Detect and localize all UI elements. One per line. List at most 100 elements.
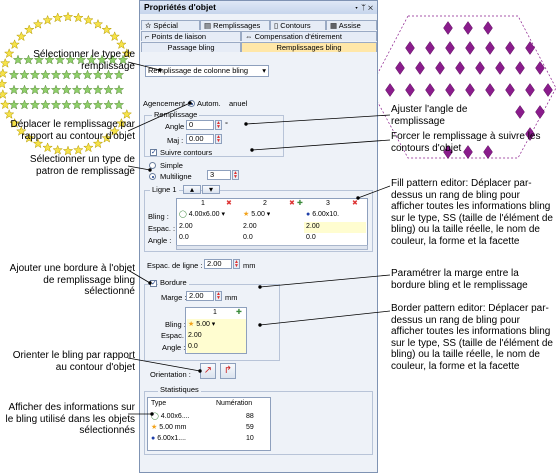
- star-bling-icon: [61, 100, 72, 110]
- margin-spinner[interactable]: ▲ ▼: [215, 291, 222, 301]
- column-1-angle[interactable]: 0.0: [179, 233, 189, 242]
- border-bling[interactable]: ★ 5.00 ▾: [188, 320, 215, 329]
- tab-tie-in-label: Points de liaison: [151, 32, 207, 41]
- object-properties-panel: Propriétés d'objet ▾ ᛘ ✕ ✫ Spécial ▤ Rem…: [139, 0, 378, 473]
- callout-orient-bling: Orienter le bling par rapport au contour…: [12, 350, 135, 373]
- column-2-espac[interactable]: 2.00: [243, 222, 257, 231]
- panel-window-buttons[interactable]: ▾ ᛘ ✕: [354, 1, 373, 14]
- callout-set-margin: Paramétrer la marge entre la bordure bli…: [391, 268, 528, 291]
- remove-column-3-icon[interactable]: ✖: [352, 199, 358, 208]
- fill-type-select[interactable]: Remplissage de colonne bling ▾: [145, 65, 269, 77]
- diamond-bling-icon: [483, 21, 493, 35]
- tab-special[interactable]: ✫ Spécial: [141, 20, 200, 30]
- maj-spinner[interactable]: ▲ ▼: [215, 134, 222, 144]
- star-bling-icon: [109, 31, 120, 41]
- multiline-radio[interactable]: [149, 173, 156, 180]
- remove-column-2-icon[interactable]: ✖: [289, 199, 295, 208]
- star-bling-icon: [0, 89, 8, 99]
- stats-row-1-type: ◯ 4.00x6....: [151, 412, 190, 421]
- tab-pull-compensation[interactable]: ⇔ Compensation d'étirement: [241, 31, 377, 41]
- star-bling-icon: [114, 85, 124, 95]
- tab-tie-in[interactable]: ⌐ Points de liaison: [141, 31, 241, 41]
- stats-row-3-type-value: 6.00x1....: [157, 435, 186, 442]
- callout-select-pattern: Sélectionner un type de patron de rempli…: [29, 154, 135, 177]
- diamond-bling-icon: [415, 61, 425, 75]
- column-1-espac[interactable]: 2.00: [179, 222, 193, 231]
- border-angle[interactable]: 0.0: [188, 342, 198, 351]
- diamond-bling-icon: [525, 41, 535, 55]
- star-bling-icon: [63, 12, 73, 22]
- star-bling-icon: [4, 109, 15, 119]
- star-gem-icon: ★: [151, 424, 158, 431]
- star-bling-icon: [0, 99, 11, 109]
- star-bling-icon: [52, 145, 63, 155]
- border-pattern-grid[interactable]: 1 ✚ ★ 5.00 ▾ 2.00 0.0: [185, 307, 247, 354]
- star-bling-icon: [52, 12, 63, 22]
- star-bling-icon: [9, 85, 19, 95]
- callout-adjust-angle: Ajuster l'angle de remplissage: [391, 104, 468, 127]
- stats-row-3-type: ● 6.00x1....: [151, 434, 186, 443]
- fill-pattern-grid[interactable]: 1 ◯ 4.00x6.00 ▾ 2.00 0.0 2 ★ 5.00 ▾ 2.00…: [176, 198, 368, 246]
- column-2-angle[interactable]: 0.0: [243, 233, 253, 242]
- tab-outlines[interactable]: ▯ Contours: [270, 20, 326, 30]
- star-bling-icon: [93, 19, 103, 29]
- border-checkbox[interactable]: ✓: [150, 280, 157, 287]
- column-1-bling[interactable]: ◯ 4.00x6.00 ▾: [179, 210, 225, 219]
- border-label: Bordure: [158, 278, 189, 287]
- star-bling-icon: [101, 24, 112, 34]
- angle-label: Angle :: [165, 122, 189, 131]
- tab-bling-run[interactable]: Passage bling: [141, 42, 241, 52]
- angle-input[interactable]: 0: [186, 120, 214, 130]
- simple-radio[interactable]: [149, 162, 156, 169]
- column-3-espac[interactable]: 2.00: [306, 222, 320, 231]
- star-bling-icon: [16, 31, 27, 41]
- maj-label: Maj :: [167, 136, 184, 145]
- diamond-bling-icon: [543, 83, 553, 97]
- drop-gem-icon: ●: [151, 435, 156, 442]
- row-bling-label: Bling :: [148, 212, 169, 221]
- previous-line-button[interactable]: ▴: [183, 185, 201, 194]
- horizontal-scrollbar[interactable]: [176, 245, 368, 250]
- tab-fills[interactable]: ▤ Remplissages: [200, 20, 270, 30]
- star-bling-icon: [51, 100, 61, 110]
- border-bling-value: 5.00: [196, 321, 210, 328]
- column-2-number: 2: [263, 200, 267, 207]
- tab-bling-fills[interactable]: Remplissages bling: [241, 42, 377, 52]
- spacing-auto-radio[interactable]: [188, 100, 195, 107]
- row-spacing-input[interactable]: 2.00: [204, 259, 232, 269]
- stats-row-2-count: 59: [246, 424, 254, 431]
- column-3-angle[interactable]: 0.0: [306, 233, 316, 242]
- panel-titlebar: Propriétés d'objet ▾ ᛘ ✕: [140, 1, 377, 14]
- tab-underlay[interactable]: ▦ Assise: [326, 20, 377, 30]
- tab-row-2: ⌐ Points de liaison ⇔ Compensation d'éti…: [141, 31, 377, 41]
- orientation-auto-button[interactable]: ↗: [200, 363, 216, 379]
- star-bling-icon: [82, 100, 93, 110]
- orientation-fixed-button[interactable]: ↱: [220, 363, 236, 379]
- column-3-bling-value: 6.00x10.: [312, 211, 340, 218]
- row-spacing-spinner[interactable]: ▲ ▼: [233, 259, 240, 269]
- multiline-spinner[interactable]: ▲ ▼: [232, 170, 239, 180]
- diamond-bling-icon: [425, 83, 435, 97]
- add-column-icon[interactable]: ✚: [297, 199, 303, 208]
- next-line-button[interactable]: ▾: [202, 185, 220, 194]
- remove-column-1-icon[interactable]: ✖: [226, 199, 232, 208]
- maj-input[interactable]: 0.00: [186, 134, 214, 144]
- column-3-bling[interactable]: ● 6.00x10.: [306, 210, 339, 219]
- border-espac[interactable]: 2.00: [188, 331, 202, 340]
- spacing-auto-label: Autom.: [197, 99, 221, 108]
- callout-add-border: Ajouter une bordure à l'objet de remplis…: [9, 263, 135, 297]
- row-espac-label: Espac. :: [148, 224, 176, 233]
- star-bling-icon: [40, 85, 51, 95]
- follow-outline-checkbox[interactable]: ✓: [150, 149, 157, 156]
- column-2-bling[interactable]: ★ 5.00 ▾: [243, 210, 270, 219]
- diamond-bling-icon: [505, 83, 515, 97]
- margin-input[interactable]: 2.00: [186, 291, 214, 301]
- angle-spinner[interactable]: ▲ ▼: [215, 120, 222, 130]
- multiline-count-input[interactable]: 3: [207, 170, 231, 180]
- diamond-bling-icon: [445, 83, 455, 97]
- column-3-number: 3: [326, 200, 330, 207]
- margin-label: Marge :: [161, 293, 187, 302]
- fill-type-value: Remplissage de colonne bling: [148, 66, 249, 75]
- star-gem-icon: ★: [243, 211, 250, 218]
- add-border-column-icon[interactable]: ✚: [236, 308, 242, 317]
